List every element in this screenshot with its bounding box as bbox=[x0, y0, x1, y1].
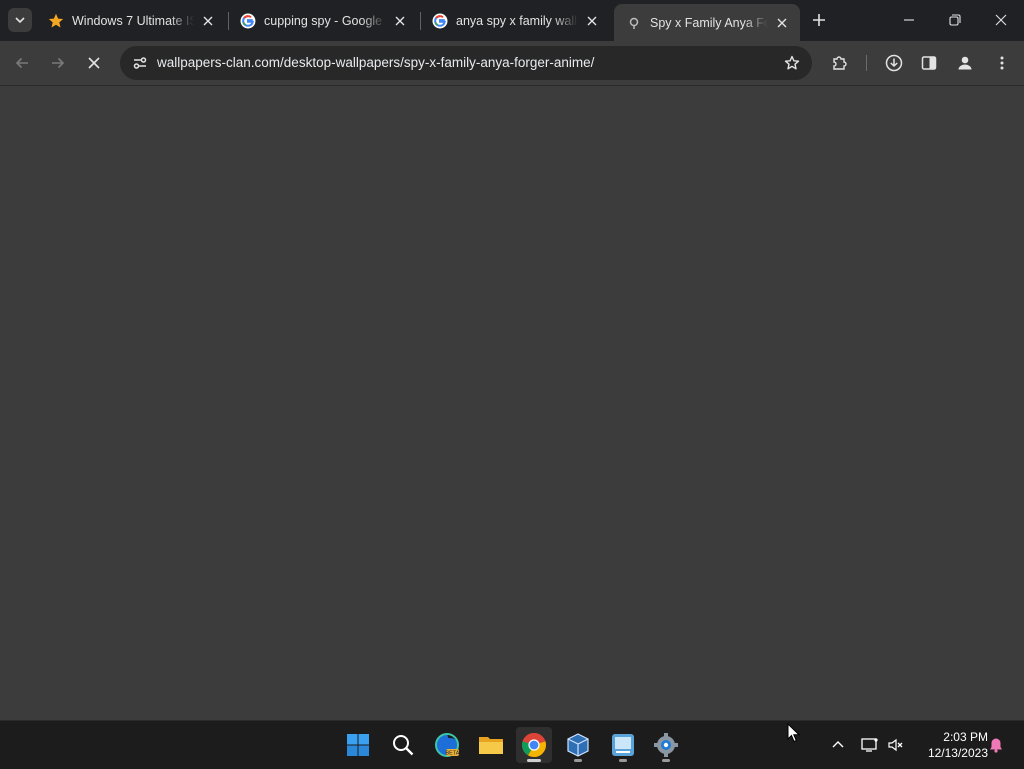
person-icon bbox=[958, 56, 972, 70]
side-panel-button[interactable] bbox=[915, 49, 943, 77]
stop-loading-button[interactable] bbox=[80, 49, 108, 77]
file-explorer-icon bbox=[479, 737, 503, 754]
arrow-left-icon bbox=[15, 57, 28, 69]
vmware-icon bbox=[612, 734, 634, 756]
tab-anya-wallpaper[interactable]: anya spy x family wallpaper bbox=[420, 4, 610, 37]
more-vert-icon bbox=[1000, 56, 1004, 70]
show-hidden-icons-chevron[interactable] bbox=[828, 735, 848, 755]
tab-title: Windows 7 Ultimate ISO bbox=[72, 13, 194, 28]
running-indicator bbox=[662, 759, 670, 762]
forward-button[interactable] bbox=[44, 49, 72, 77]
close-icon bbox=[995, 14, 1007, 26]
menu-button[interactable] bbox=[988, 49, 1016, 77]
arrow-right-icon bbox=[52, 57, 65, 69]
clock-time: 2:03 PM bbox=[943, 730, 988, 744]
speaker-muted-icon[interactable] bbox=[886, 735, 906, 755]
close-icon[interactable] bbox=[774, 15, 790, 31]
tab-search-button[interactable] bbox=[8, 8, 32, 32]
system-clock[interactable]: 2:03 PM 12/13/2023 bbox=[912, 729, 988, 761]
chrome-button[interactable] bbox=[516, 727, 552, 763]
tab-title: cupping spy - Google Search bbox=[264, 13, 386, 28]
restore-icon bbox=[949, 14, 961, 26]
back-button[interactable] bbox=[8, 49, 36, 77]
running-indicator bbox=[619, 759, 627, 762]
new-tab-button[interactable] bbox=[808, 9, 830, 31]
minimize-button[interactable] bbox=[886, 0, 932, 40]
tab-title: anya spy x family wallpaper bbox=[456, 13, 578, 28]
star-icon bbox=[48, 13, 64, 29]
tab-title: Spy x Family Anya Forger bbox=[650, 15, 768, 30]
url-text: wallpapers-clan.com/desktop-wallpapers/s… bbox=[157, 55, 595, 70]
mouse-cursor-icon bbox=[787, 723, 801, 743]
vmware-button[interactable] bbox=[605, 727, 641, 763]
puzzle-icon bbox=[833, 56, 847, 70]
page-content-area[interactable] bbox=[0, 86, 1024, 720]
search-icon bbox=[393, 735, 414, 756]
loading-globe-icon bbox=[626, 15, 642, 31]
search-button[interactable] bbox=[385, 727, 421, 763]
edge-beta-button[interactable]: BETA bbox=[429, 727, 465, 763]
downloads-button[interactable] bbox=[880, 49, 908, 77]
close-icon[interactable] bbox=[392, 13, 408, 29]
running-indicator bbox=[527, 759, 541, 762]
chevron-down-icon bbox=[15, 17, 25, 24]
file-explorer-button[interactable] bbox=[473, 727, 509, 763]
notification-bell-icon[interactable] bbox=[986, 735, 1006, 755]
site-settings-icon[interactable] bbox=[128, 51, 152, 75]
close-icon[interactable] bbox=[584, 13, 600, 29]
bookmark-star-icon[interactable] bbox=[780, 51, 804, 75]
plus-icon bbox=[813, 14, 825, 26]
clock-date: 12/13/2023 bbox=[927, 746, 988, 760]
google-icon bbox=[240, 13, 256, 29]
virtualbox-button[interactable] bbox=[560, 727, 596, 763]
taskbar: BETA 2:03 PM 12/13/2023 bbox=[0, 720, 1024, 769]
start-icon bbox=[347, 734, 369, 756]
toolbar-divider bbox=[866, 55, 867, 71]
address-bar[interactable]: wallpapers-clan.com/desktop-wallpapers/s… bbox=[120, 46, 812, 80]
profile-button[interactable] bbox=[951, 49, 979, 77]
minimize-icon bbox=[904, 19, 914, 21]
virtualbox-icon bbox=[567, 733, 589, 757]
settings-button[interactable] bbox=[648, 727, 684, 763]
running-indicator bbox=[574, 759, 582, 762]
restore-button[interactable] bbox=[932, 0, 978, 40]
start-button[interactable] bbox=[340, 727, 376, 763]
tab-spy-family-anya[interactable]: Spy x Family Anya Forger bbox=[614, 4, 800, 41]
settings-icon bbox=[654, 733, 678, 757]
close-window-button[interactable] bbox=[978, 0, 1024, 40]
tab-windows-7[interactable]: Windows 7 Ultimate ISO bbox=[36, 4, 226, 37]
network-icon[interactable] bbox=[860, 735, 880, 755]
download-icon bbox=[885, 54, 903, 72]
tab-cupping-spy[interactable]: cupping spy - Google Search bbox=[228, 4, 418, 37]
side-panel-icon bbox=[921, 56, 937, 70]
edge-beta-icon: BETA bbox=[435, 733, 460, 757]
tab-strip: Windows 7 Ultimate ISO cupping spy - Goo… bbox=[0, 0, 1024, 41]
svg-text:BETA: BETA bbox=[446, 751, 460, 757]
close-icon[interactable] bbox=[200, 13, 216, 29]
google-icon bbox=[432, 13, 448, 29]
extensions-button[interactable] bbox=[826, 49, 854, 77]
chrome-icon bbox=[522, 733, 546, 757]
close-icon bbox=[88, 57, 100, 69]
browser-toolbar: wallpapers-clan.com/desktop-wallpapers/s… bbox=[0, 41, 1024, 86]
